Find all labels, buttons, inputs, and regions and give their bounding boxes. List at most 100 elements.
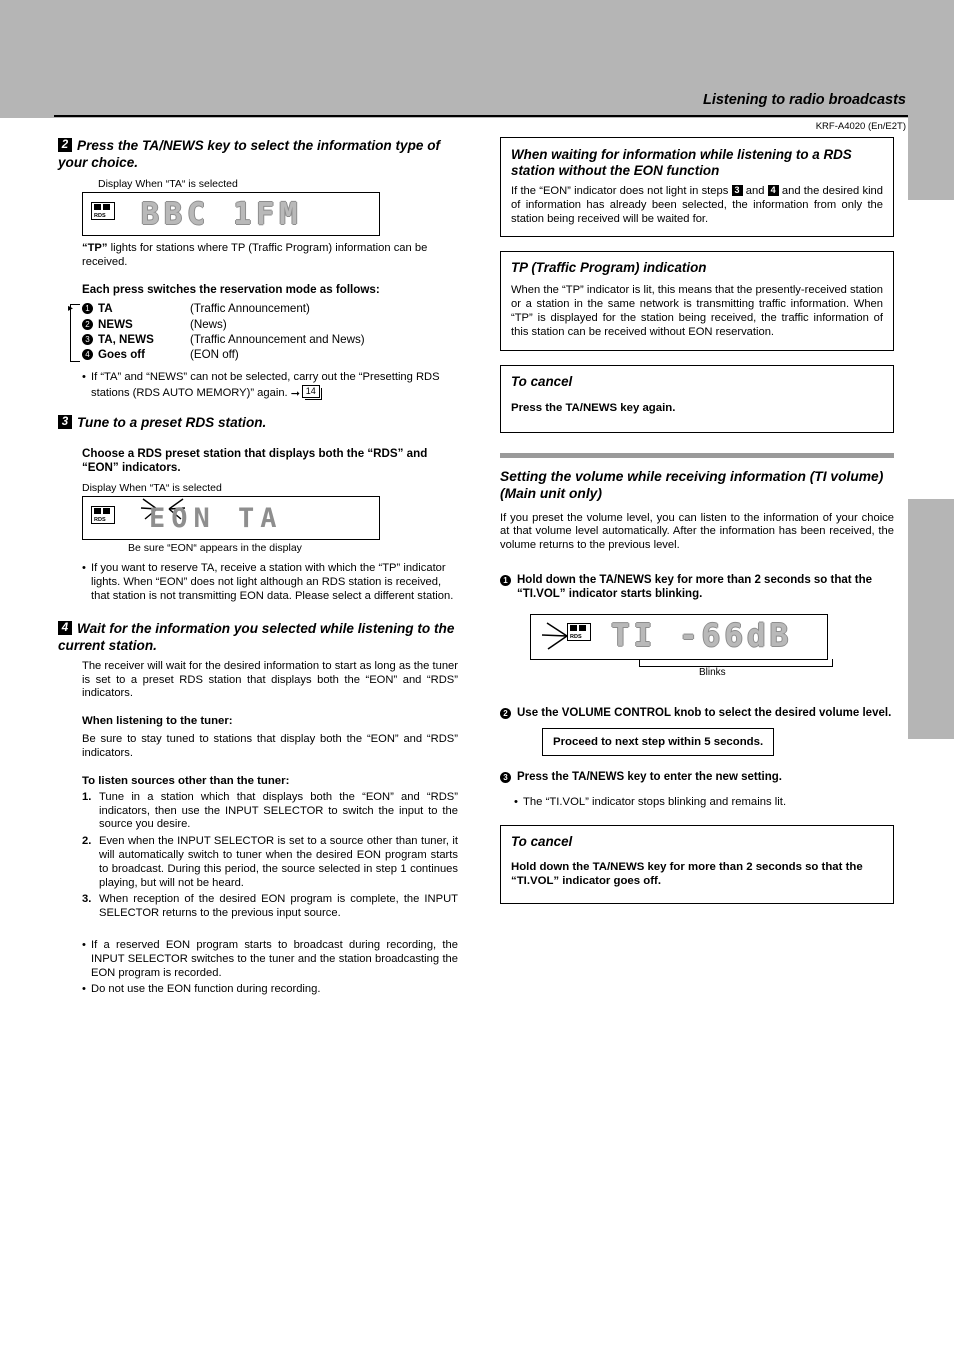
lcd-text-step2: BBC 1FM [141, 197, 303, 232]
step-3-caption: Be sure “EON“ appears in the display [128, 542, 302, 555]
box2-text: When the “TP” indicator is lit, this mea… [511, 284, 883, 338]
mode-item: 2 NEWS (News) [82, 317, 458, 332]
page-reference: ➞ 14 [290, 384, 325, 400]
blinks-label: Blinks [699, 666, 726, 678]
step-2-bullet-text: If “TA” and “NEWS” can not be selected, … [91, 370, 440, 399]
manual-page: Listening to radio broadcasts KRF-A4020 … [0, 0, 954, 1351]
list-item-text: Tune in a station which that displays bo… [99, 790, 458, 831]
step-2-note-lead: “TP” [82, 242, 108, 254]
ti-step-2: 2 Use the VOLUME CONTROL knob to select … [500, 706, 894, 720]
model-number: KRF-A4020 (En/E2T) [815, 121, 906, 132]
badge-square-b [579, 624, 586, 631]
badge-label: RDS [94, 213, 106, 219]
mode-item: 4 Goes off (EON off) [82, 347, 458, 362]
page-header-title: Listening to radio broadcasts [702, 92, 906, 108]
ti-section-dot: The “TI.VOL” indicator stops blinking an… [514, 795, 894, 809]
blink-brace [639, 658, 833, 667]
lcd-text-ti: TI -66dB [611, 617, 793, 654]
step-3-subheading: Choose a RDS preset station that display… [82, 447, 428, 475]
step-2-heading-text: Press the TA/NEWS key to select the info… [58, 138, 441, 170]
mode-item: 1 TA (Traffic Announcement) [82, 301, 458, 316]
box-tp-indication: TP (Traffic Program) indication When the… [500, 251, 894, 351]
list-item-text: Even when the INPUT SELECTOR is set to a… [99, 835, 458, 889]
box2-heading: TP (Traffic Program) indication [511, 260, 707, 276]
page-ref-arrow-icon: ➞ [290, 387, 300, 400]
blink-rays-icon [541, 622, 568, 650]
box3-heading: To cancel [511, 373, 573, 389]
box1-step-ref-1: 3 [731, 185, 743, 196]
box-to-cancel-2: To cancel Hold down the TA/NEWS key for … [500, 824, 894, 904]
ti-step-2-number: 2 [500, 707, 511, 719]
ti-step-1-number: 1 [500, 574, 511, 586]
mode-number: 2 [82, 318, 93, 330]
lcd-display-ti-volume: RDS TI -66dB Blinks [530, 613, 833, 678]
step-3-heading: 3 Tune to a preset RDS station. [58, 414, 458, 431]
badge-square-a [94, 508, 101, 515]
mode-name: TA [98, 302, 113, 316]
rds-badge-icon: RDS [91, 506, 115, 525]
box1-text: If the “EON” indicator does not light in… [511, 185, 883, 226]
badge-square-a [94, 204, 101, 210]
section-intro: If you preset the volume level, you can … [500, 511, 894, 552]
step-4-dot-1: If a reserved EON program starts to broa… [82, 939, 458, 980]
box1-step-ref-2: 4 [767, 185, 779, 196]
mode-name: NEWS [98, 317, 133, 331]
page-ref-number: 14 [301, 384, 322, 400]
mode-item: 3 TA, NEWS (Traffic Announcement and New… [82, 332, 458, 347]
section-divider [500, 452, 894, 458]
box4-heading: To cancel [511, 833, 573, 849]
badge-square-b [103, 204, 110, 210]
box-waiting-without-eon: When waiting for information while liste… [500, 137, 894, 238]
step-4-sub1: When listening to the tuner: [82, 715, 233, 728]
mode-number: 4 [82, 349, 93, 361]
box-to-cancel-1: To cancel Press the TA/NEWS key again. [500, 364, 894, 433]
list-item-number: 1. [82, 790, 92, 803]
step-2-display-label: Display When “TA“ is selected [98, 178, 238, 190]
list-item: 3. When reception of the desired EON pro… [82, 893, 458, 921]
box3-text: Press the TA/NEWS key again. [511, 401, 676, 414]
ti-step-1: 1 Hold down the TA/NEWS key for more tha… [500, 573, 894, 602]
ti-step-1-text: Hold down the TA/NEWS key for more than … [517, 573, 873, 601]
box1-text-a: If the “EON” indicator does not light in… [511, 185, 732, 197]
step-2-note: “TP” lights for stations where TP (Traff… [82, 242, 458, 269]
notice-proceed-5-seconds: Proceed to next step within 5 seconds. [542, 728, 775, 757]
step-2-note-text: lights for stations where TP (Traffic Pr… [82, 242, 428, 268]
mode-number: 1 [82, 303, 93, 315]
mode-desc: (Traffic Announcement) [190, 302, 310, 316]
modes-list: ▸ 1 TA (Traffic Announcement) 2 NEWS (Ne… [68, 301, 458, 363]
ti-step-3: 3 Press the TA/NEWS key to enter the new… [500, 770, 894, 784]
box4-text: Hold down the TA/NEWS key for more than … [511, 860, 863, 888]
step-3-heading-text: Tune to a preset RDS station. [77, 415, 267, 431]
step-2-bullet: If “TA” and “NEWS” can not be selected, … [82, 371, 458, 401]
ti-step-2-text: Use the VOLUME CONTROL knob to select th… [517, 706, 892, 719]
step-3-display-label: Display When “TA“ is selected [82, 482, 222, 495]
list-item-text: When reception of the desired EON progra… [99, 893, 458, 920]
step-4-number: 4 [58, 620, 72, 635]
mode-name: TA, NEWS [98, 333, 154, 346]
step-3-number: 3 [58, 415, 72, 430]
step-3-bullet: If you want to reserve TA, receive a sta… [82, 562, 458, 603]
step-4-para: The receiver will wait for the desired i… [82, 659, 458, 700]
step-4-sub1-para: Be sure to stay tuned to stations that d… [82, 733, 458, 759]
mode-desc: (EON off) [190, 348, 239, 362]
lcd-text-step3: EON TA [149, 503, 283, 535]
ti-step-3-text: Press the TA/NEWS key to enter the new s… [517, 771, 782, 784]
list-item: 1. Tune in a station which that displays… [82, 791, 458, 832]
step-4-dot-2: Do not use the EON function during recor… [82, 983, 458, 997]
rds-badge-icon: RDS [91, 202, 115, 220]
badge-square-b [103, 508, 110, 515]
step-2-number: 2 [58, 138, 72, 152]
mode-number: 3 [82, 334, 93, 345]
badge-label: RDS [94, 517, 106, 524]
left-column: 2 Press the TA/NEWS key to select the inf… [58, 137, 458, 997]
list-item: 2. Even when the INPUT SELECTOR is set t… [82, 835, 458, 890]
modes-heading: Each press switches the reservation mode… [82, 283, 380, 297]
right-column: When waiting for information while liste… [500, 137, 894, 918]
list-item-number: 3. [82, 893, 92, 906]
loop-arrow-icon: ▸ [68, 303, 74, 315]
lcd-display-step3: RDS EON TA [82, 496, 380, 541]
step-4-numbered-list: 1. Tune in a station which that displays… [82, 791, 458, 921]
mode-desc: (News) [190, 317, 227, 331]
step-4-sub2: To listen sources other than the tuner: [82, 774, 290, 787]
section-heading: Setting the volume while receiving infor… [500, 468, 884, 501]
